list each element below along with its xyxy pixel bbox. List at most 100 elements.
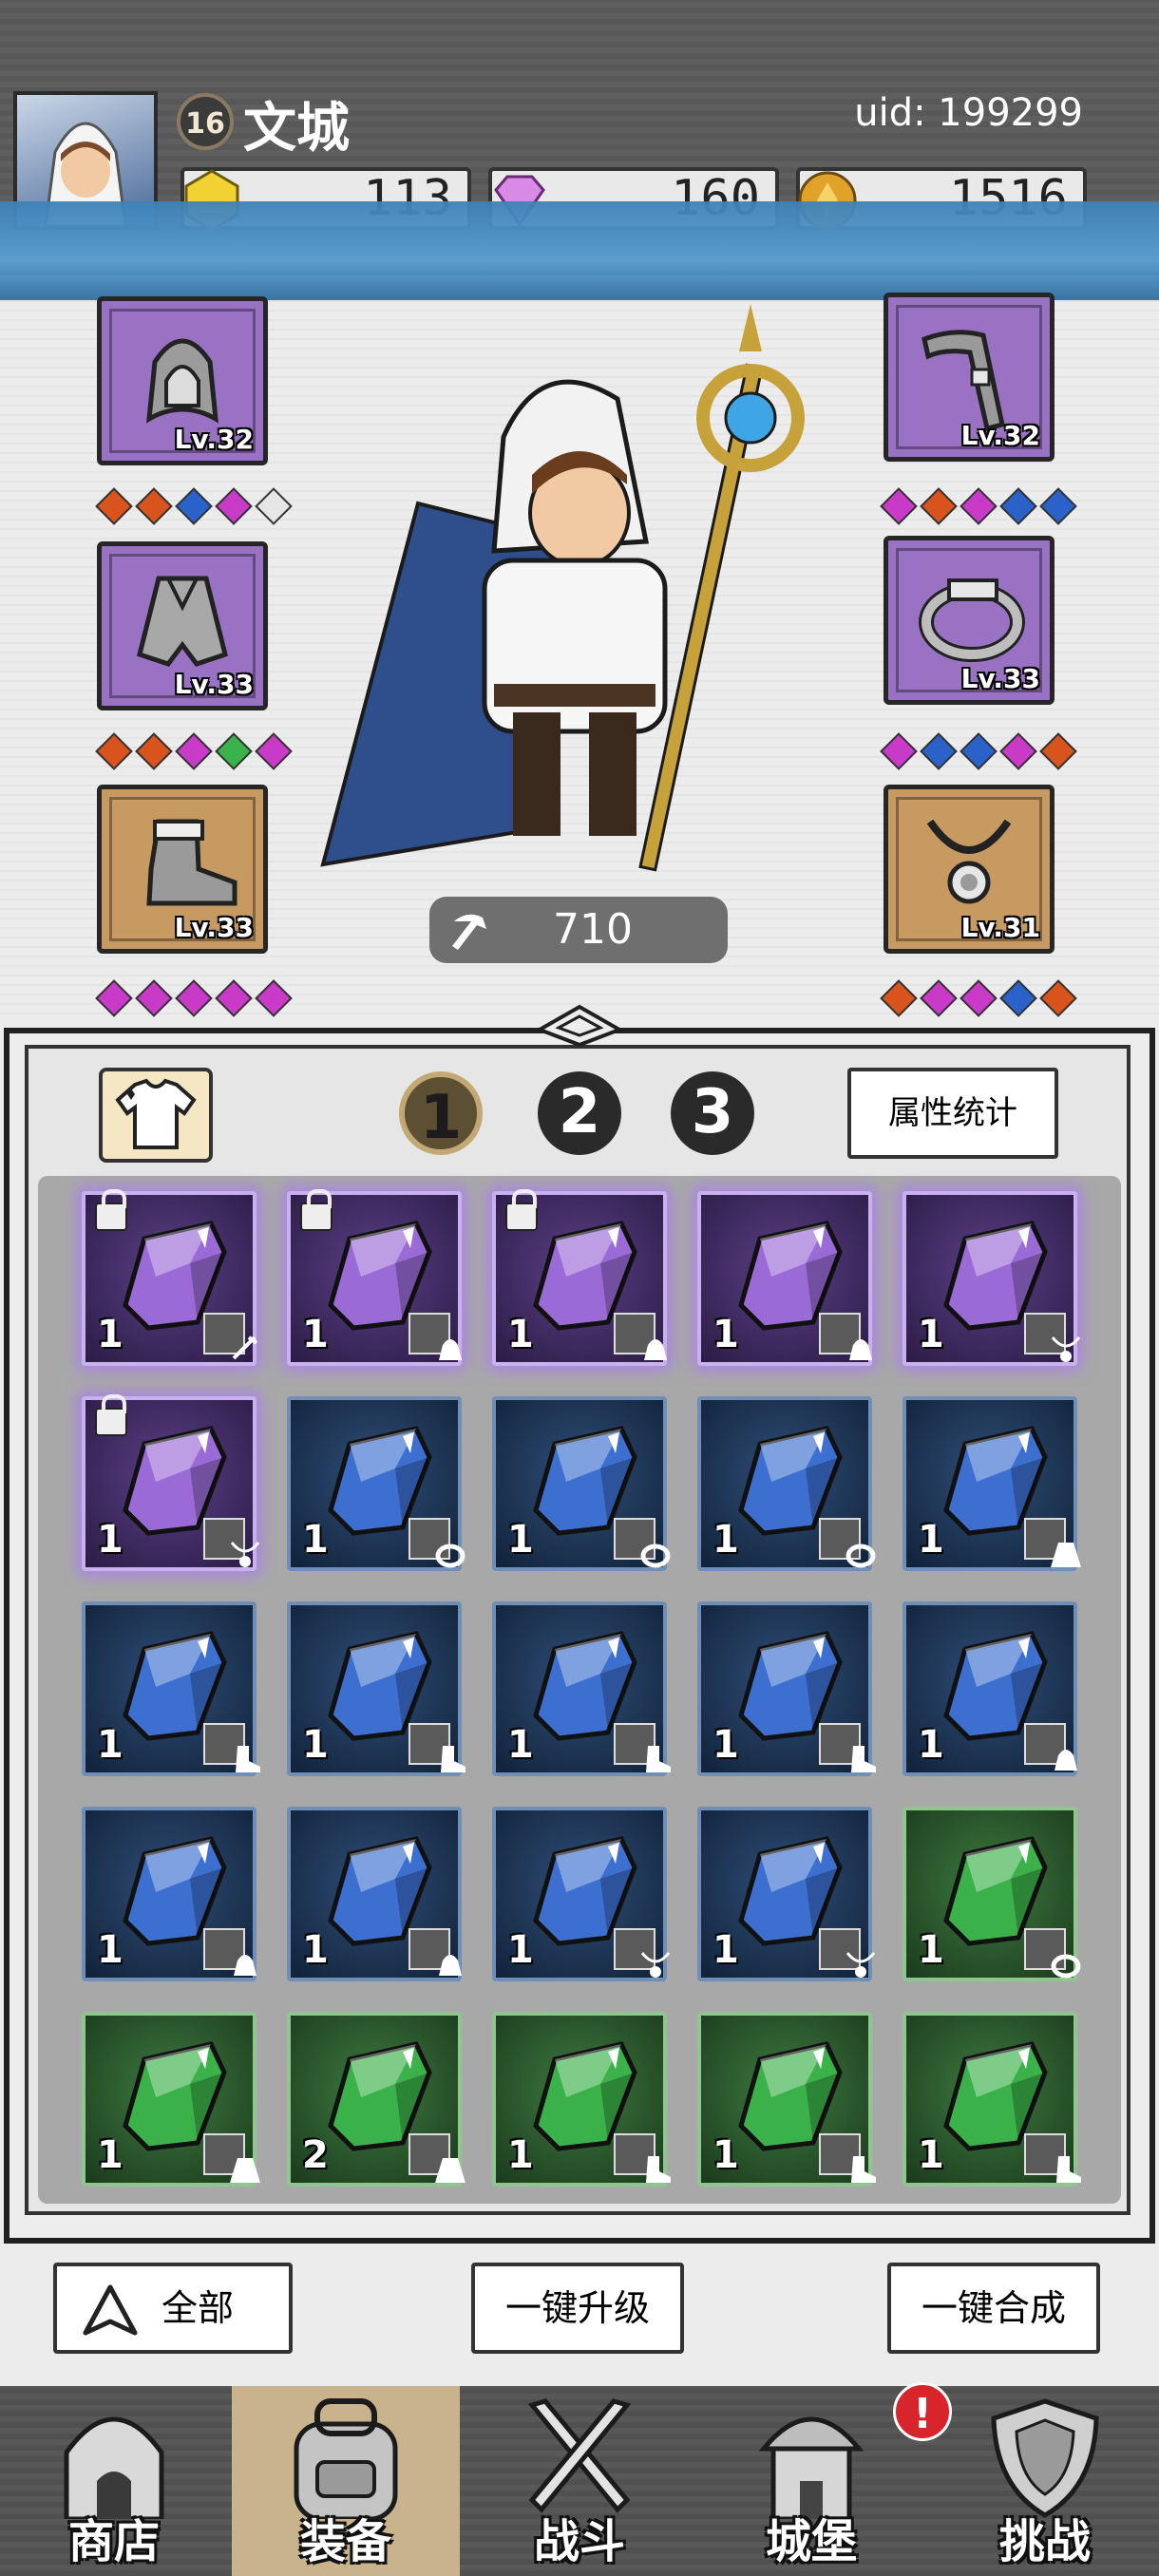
nav-challenge[interactable]: 挑战 — [931, 2386, 1159, 2576]
shield-icon — [991, 2398, 1099, 2518]
item-count: 1 — [918, 1518, 944, 1562]
ring-type-icon — [408, 1518, 466, 1568]
item-count: 1 — [97, 1313, 124, 1356]
notification-badge: ! — [893, 2382, 952, 2441]
page-tab-2[interactable]: 2 — [538, 1071, 621, 1155]
gem — [175, 979, 213, 1017]
gem — [880, 487, 918, 525]
hero-character[interactable] — [304, 294, 855, 921]
player-name: 文城 — [243, 98, 350, 160]
inventory-cell[interactable]: 1 — [697, 1191, 872, 1366]
inventory-cell[interactable]: 1 — [492, 1807, 671, 1981]
merge-all-button[interactable]: 一键合成 — [887, 2263, 1100, 2354]
equip-slot-hood[interactable]: Lv.32 — [97, 296, 268, 465]
inventory-cell[interactable]: 1 — [492, 1189, 667, 1366]
gem-row — [880, 487, 1077, 525]
gem — [960, 979, 998, 1017]
hammer-icon — [452, 914, 486, 950]
filter-all-button[interactable]: 全部 — [53, 2263, 293, 2354]
inventory-cell[interactable]: 1 — [902, 1807, 1081, 1981]
gem-row — [880, 979, 1077, 1017]
equip-level: Lv.32 — [960, 420, 1040, 451]
gem — [880, 979, 918, 1017]
nav-battle[interactable]: 战斗 — [466, 2386, 694, 2576]
page-tab-3[interactable]: 3 — [671, 1071, 754, 1155]
nav-castle[interactable]: 城堡 — [697, 2386, 925, 2576]
amulet-type-icon — [614, 1928, 671, 1978]
gem — [999, 979, 1037, 1017]
gem — [135, 979, 173, 1017]
item-count: 1 — [97, 2133, 124, 2177]
inventory-cell[interactable]: 1 — [287, 1807, 462, 1981]
item-count: 1 — [918, 1313, 944, 1356]
inventory-cell[interactable]: 1 — [82, 1601, 260, 1776]
item-count: 1 — [302, 1928, 329, 1972]
item-count: 1 — [918, 1928, 944, 1972]
gem — [1039, 979, 1077, 1017]
boot-type-icon — [1024, 2133, 1081, 2183]
nav-label: 战斗 — [533, 2515, 625, 2568]
hood-type-icon — [408, 1928, 462, 1976]
gem — [1039, 732, 1077, 770]
inventory-cell[interactable]: 1 — [492, 2012, 671, 2187]
inventory-cell[interactable]: 1 — [287, 1396, 466, 1571]
inventory-cell[interactable]: 1 — [697, 1396, 876, 1571]
level-badge: 16 — [177, 93, 234, 150]
ring-type-icon — [614, 1518, 671, 1568]
equip-slot-boot[interactable]: Lv.33 — [97, 785, 268, 954]
item-count: 1 — [507, 2133, 534, 2177]
shop-icon — [64, 2416, 164, 2519]
inventory-cell[interactable]: 1 — [82, 1807, 256, 1981]
ring-type-icon — [1024, 1928, 1081, 1979]
gem — [255, 487, 293, 525]
gem — [175, 732, 213, 770]
crossed-swords-icon — [527, 2398, 632, 2513]
equip-level: Lv.33 — [174, 912, 254, 943]
inventory-cell[interactable]: 1 — [287, 1189, 462, 1366]
nav-label: 挑战 — [998, 2515, 1091, 2568]
inventory-cell[interactable]: 1 — [82, 1189, 258, 1366]
attribute-stats-button[interactable]: 属性统计 — [847, 1068, 1058, 1159]
equip-slot-amulet[interactable]: Lv.31 — [884, 785, 1054, 954]
inventory-cell[interactable]: 1 — [82, 2012, 260, 2187]
item-count: 1 — [507, 1928, 534, 1972]
cloak-type-icon — [408, 2133, 466, 2183]
gem — [999, 732, 1037, 770]
nav-shop[interactable]: 商店 — [0, 2386, 228, 2576]
inventory-cell[interactable]: 1 — [492, 1396, 671, 1571]
inventory-cell[interactable]: 2 — [287, 2012, 466, 2187]
inventory-cell[interactable]: 1 — [902, 1191, 1081, 1366]
equip-slot-cloak[interactable]: Lv.33 — [97, 541, 268, 710]
inventory-cell[interactable]: 1 — [287, 1601, 466, 1776]
upgrade-all-button[interactable]: 一键升级 — [471, 2263, 684, 2354]
apparel-toggle-button[interactable] — [99, 1068, 213, 1163]
inventory-cell[interactable]: 1 — [492, 1601, 671, 1776]
gem — [920, 732, 958, 770]
equip-slot-staff[interactable]: Lv.32 — [884, 293, 1054, 462]
lock-icon — [300, 1189, 332, 1231]
item-count: 1 — [507, 1723, 534, 1767]
inventory-cell[interactable]: 1 — [82, 1394, 260, 1571]
inventory-cell[interactable]: 1 — [697, 2012, 876, 2187]
inventory-cell[interactable]: 1 — [902, 2012, 1081, 2187]
gem — [920, 979, 958, 1017]
gem — [215, 979, 253, 1017]
equip-level: Lv.31 — [960, 912, 1040, 943]
hood-icon — [146, 338, 218, 424]
gem — [1039, 487, 1077, 525]
inventory-cell[interactable]: 1 — [697, 1807, 876, 1981]
nav-equipment[interactable]: 装备 — [232, 2386, 460, 2576]
gem — [215, 487, 253, 525]
inventory-cell[interactable]: 1 — [902, 1396, 1081, 1571]
item-count: 1 — [302, 1723, 329, 1767]
gem-row — [880, 732, 1077, 770]
inventory-cell[interactable]: 1 — [697, 1601, 876, 1776]
inventory-cell[interactable]: 1 — [902, 1601, 1077, 1776]
hood-type-icon — [203, 1928, 256, 1976]
equip-slot-ring[interactable]: Lv.33 — [884, 536, 1054, 705]
amulet-icon — [926, 819, 1012, 904]
cloak-type-icon — [203, 2133, 260, 2183]
page-tab-1[interactable]: 1 — [399, 1071, 483, 1155]
nav-label: 装备 — [299, 2515, 391, 2568]
item-count: 1 — [507, 1313, 534, 1356]
